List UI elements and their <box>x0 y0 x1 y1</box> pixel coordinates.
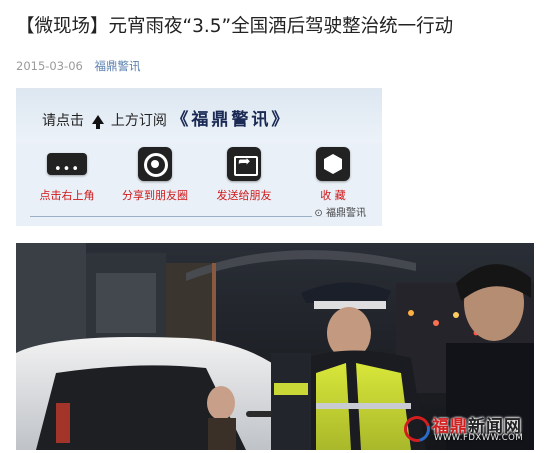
option-more-label: 点击右上角 <box>39 189 95 202</box>
option-send-label: 发送给朋友 <box>216 189 272 202</box>
site-logo-url: WWW.FDXWW.COM <box>434 433 524 443</box>
account-link[interactable]: 福鼎警讯 <box>95 59 141 73</box>
publish-date: 2015-03-06 <box>16 59 83 73</box>
banner-watermark: ⊙ 福鼎警讯 <box>312 204 368 219</box>
subscribe-prompt: 请点击 上方订阅 《福鼎警讯》 <box>42 105 291 130</box>
option-moments: 分享到朋友圈 <box>110 147 200 203</box>
article-title: 【微现场】元宵雨夜“3.5”全国酒后驾驶整治统一行动 <box>16 16 454 37</box>
prompt-before-text: 请点击 <box>42 113 84 129</box>
watermark-text: 福鼎警讯 <box>326 208 366 219</box>
prompt-after-text: 上方订阅 <box>110 113 167 129</box>
moments-camera-icon <box>138 147 172 181</box>
option-more: ••• 点击右上角 <box>22 147 112 203</box>
article-photo[interactable]: 福鼎新闻网 WWW.FDXWW.COM <box>16 243 534 450</box>
news-site-logo: 福鼎新闻网 WWW.FDXWW.COM <box>402 410 530 446</box>
watermark-icon: ⊙ <box>314 208 323 219</box>
favorite-cube-icon <box>316 147 350 181</box>
article-meta: 2015-03-06 福鼎警讯 <box>16 58 141 74</box>
up-arrow-icon <box>92 115 105 129</box>
option-send: 发送给朋友 <box>199 147 289 203</box>
option-favorite: 收 藏 <box>288 147 378 203</box>
option-favorite-label: 收 藏 <box>320 189 346 202</box>
forward-share-icon <box>227 147 261 181</box>
more-dots-icon: ••• <box>47 153 87 176</box>
site-logo-icon <box>402 414 428 440</box>
subscribe-banner: 请点击 上方订阅 《福鼎警讯》 ••• 点击右上角 分享到朋友圈 发送给朋友 收… <box>16 88 382 226</box>
brand-name: 《福鼎警讯》 <box>171 110 292 130</box>
option-moments-label: 分享到朋友圈 <box>122 189 188 202</box>
